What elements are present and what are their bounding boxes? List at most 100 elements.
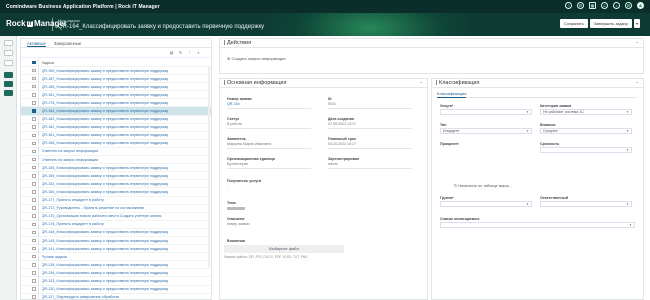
list-item[interactable]: QR-145_Классифицировать заявку и предост… — [21, 236, 211, 246]
row-checkbox[interactable] — [32, 263, 36, 267]
list-item[interactable]: Ответить на запрос информации — [21, 147, 211, 157]
list-item-label[interactable]: QR-130_Классифицировать заявку и предост… — [42, 287, 169, 291]
list-item-label[interactable]: QR-185_Классифицировать заявку и предост… — [42, 85, 169, 89]
list-item-label[interactable]: Ручная задача — [42, 255, 67, 259]
list-item-label[interactable]: QR-161_Классифицировать заявку и предост… — [42, 133, 169, 137]
list-item[interactable]: QR-130_Классифицировать заявку и предост… — [21, 285, 211, 294]
notify-select[interactable]: ▼ — [440, 222, 635, 228]
rail-folder-icon[interactable] — [4, 60, 13, 66]
row-checkbox[interactable] — [32, 157, 36, 162]
list-item[interactable]: QR-158_Классифицировать заявку и предост… — [21, 139, 211, 148]
list-item[interactable]: QR-127_Подтвердить завершение обработки — [21, 293, 211, 300]
row-checkbox[interactable] — [32, 287, 36, 291]
row-checkbox[interactable] — [32, 198, 36, 202]
list-item[interactable]: QR-155_Классифицировать заявку и предост… — [21, 171, 211, 181]
list-item[interactable]: QR-178_Принять инцидент в работу — [21, 220, 211, 229]
rail-requests-icon[interactable] — [4, 81, 13, 87]
topic-input[interactable] — [227, 207, 245, 210]
list-item[interactable]: QR-164_Классифицировать заявку и предост… — [21, 107, 211, 116]
list-item[interactable]: QR-141_Классифицировать заявку и предост… — [21, 244, 211, 254]
select-all-checkbox[interactable] — [32, 60, 36, 65]
list-item-label[interactable]: QR-176_Классифицировать заявку и предост… — [42, 101, 169, 105]
row-checkbox[interactable] — [32, 125, 36, 129]
row-checkbox[interactable] — [32, 165, 36, 170]
list-item[interactable]: QR-133_Классифицировать заявку и предост… — [21, 276, 211, 286]
list-item-label[interactable]: QR-145_Классифицировать заявку и предост… — [42, 239, 169, 243]
list-item[interactable]: QR-172_Руководитель - Принять решение по… — [21, 204, 211, 213]
list-item[interactable]: QR-161_Классифицировать заявку и предост… — [21, 131, 211, 140]
list-item-label[interactable]: QR-127_Подтвердить завершение обработки — [42, 295, 120, 299]
row-checkbox[interactable] — [32, 174, 36, 178]
collapse-icon[interactable]: ⌃ — [636, 79, 639, 88]
row-checkbox[interactable] — [32, 109, 36, 113]
create-request-link[interactable]: ⊕ Создать запрос информации — [227, 56, 285, 61]
rail-tasks-icon[interactable] — [4, 72, 13, 78]
impact-select[interactable]: Среднее ▼ — [540, 128, 632, 134]
row-checkbox[interactable] — [32, 230, 36, 235]
user-icon[interactable]: ☺ — [601, 2, 608, 9]
calculate-priority-link[interactable]: ↻ Начислить по таблице марш... — [454, 183, 512, 188]
list-item-label[interactable]: QR-177_Принять инцидент в работу — [42, 198, 104, 202]
upload-button[interactable]: Выберите файл — [224, 245, 344, 253]
list-item-label[interactable]: QR-152_Классифицировать заявку и предост… — [42, 182, 169, 186]
list-item-label[interactable]: QR-141_Классифицировать заявку и предост… — [42, 247, 169, 251]
service-select[interactable]: ▼ — [440, 109, 532, 115]
list-item-label[interactable]: QR-155_Классифицировать заявку и предост… — [42, 174, 169, 178]
row-checkbox[interactable] — [32, 133, 36, 138]
list-item-label[interactable]: QR-138_Классифицировать заявку и предост… — [42, 263, 169, 267]
urgency-select[interactable]: ▼ — [540, 147, 632, 153]
list-item[interactable]: QR-176_Классифицировать заявку и предост… — [21, 98, 211, 108]
help-icon[interactable]: ? — [565, 2, 572, 9]
list-item[interactable]: QR-170_Организация нового рабочего места… — [21, 212, 211, 221]
list-item-label[interactable]: QR-156_Классифицировать заявку и предост… — [42, 166, 169, 170]
breadcrumb[interactable]: Мои задачи — [58, 18, 80, 23]
row-checkbox[interactable] — [32, 222, 36, 227]
save-button[interactable]: Сохранить — [559, 19, 588, 28]
refresh-icon[interactable]: ↻ — [178, 50, 183, 55]
row-checkbox[interactable] — [32, 254, 36, 259]
list-item-label[interactable]: Ответить на запрос информации — [42, 158, 99, 162]
avatar[interactable]: A — [637, 2, 644, 9]
row-checkbox[interactable] — [32, 246, 36, 251]
tab-classification[interactable]: Классификация — [437, 91, 467, 98]
list-item[interactable]: QR-181_Классифицировать заявку и предост… — [21, 90, 211, 100]
list-item[interactable]: QR-185_Классифицировать заявку и предост… — [21, 82, 211, 92]
org-value[interactable]: Бухгалтерия — [227, 162, 311, 166]
list-scrollbar[interactable] — [208, 67, 210, 267]
column-header-tasks[interactable]: Задачи — [42, 61, 54, 65]
recipient-value[interactable]: - — [227, 184, 261, 188]
row-checkbox[interactable] — [32, 141, 36, 146]
list-item-label[interactable]: QR-187_Классифицировать заявку и предост… — [42, 77, 169, 81]
search-icon[interactable]: ⌕ — [196, 50, 201, 55]
category-select[interactable]: Не работает система 1С ▼ — [540, 109, 632, 115]
number-value[interactable]: QR-164 — [227, 102, 311, 106]
list-item[interactable]: QR-162_Классифицировать заявку и предост… — [21, 123, 211, 132]
list-item[interactable]: QR-190_Классифицировать заявку и предост… — [21, 66, 211, 76]
row-checkbox[interactable] — [32, 206, 36, 210]
row-checkbox[interactable] — [32, 117, 36, 121]
list-item[interactable]: QR-152_Классифицировать заявку и предост… — [21, 179, 211, 189]
row-checkbox[interactable] — [32, 295, 36, 299]
list-item-label[interactable]: QR-172_Руководитель - Принять решение по… — [42, 206, 145, 210]
group-select[interactable]: ▼ — [440, 201, 532, 207]
list-item[interactable]: Ответить на запрос информации — [21, 155, 211, 165]
list-item-label[interactable]: QR-181_Классифицировать заявку и предост… — [42, 93, 169, 97]
export-icon[interactable]: ▤ — [169, 50, 174, 55]
collapse-icon[interactable]: ⌃ — [636, 39, 639, 48]
list-item[interactable]: QR-136_Классифицировать заявку и предост… — [21, 268, 211, 278]
row-checkbox[interactable] — [32, 271, 36, 275]
list-item-label[interactable]: QR-178_Принять инцидент в работу — [42, 222, 104, 226]
requester-value[interactable]: Марьина Мария Ивановна — [227, 142, 311, 146]
list-item-label[interactable]: QR-150_Классифицировать заявку и предост… — [42, 190, 169, 194]
list-item-label[interactable]: QR-133_Классифицировать заявку и предост… — [42, 279, 169, 283]
settings-icon[interactable]: ⚙ — [577, 2, 584, 9]
list-item-label[interactable]: QR-190_Классифицировать заявку и предост… — [42, 69, 169, 73]
list-item[interactable]: QR-148_Классифицировать заявку и предост… — [21, 228, 211, 237]
list-item[interactable]: QR-163_Классифицировать заявку и предост… — [21, 115, 211, 124]
row-checkbox[interactable] — [32, 182, 36, 186]
row-checkbox[interactable] — [32, 238, 36, 243]
row-checkbox[interactable] — [32, 68, 36, 73]
list-item[interactable]: Ручная задача — [21, 252, 211, 262]
rail-list-icon[interactable] — [4, 50, 13, 56]
list-item-label[interactable]: QR-148_Классифицировать заявку и предост… — [42, 230, 169, 234]
